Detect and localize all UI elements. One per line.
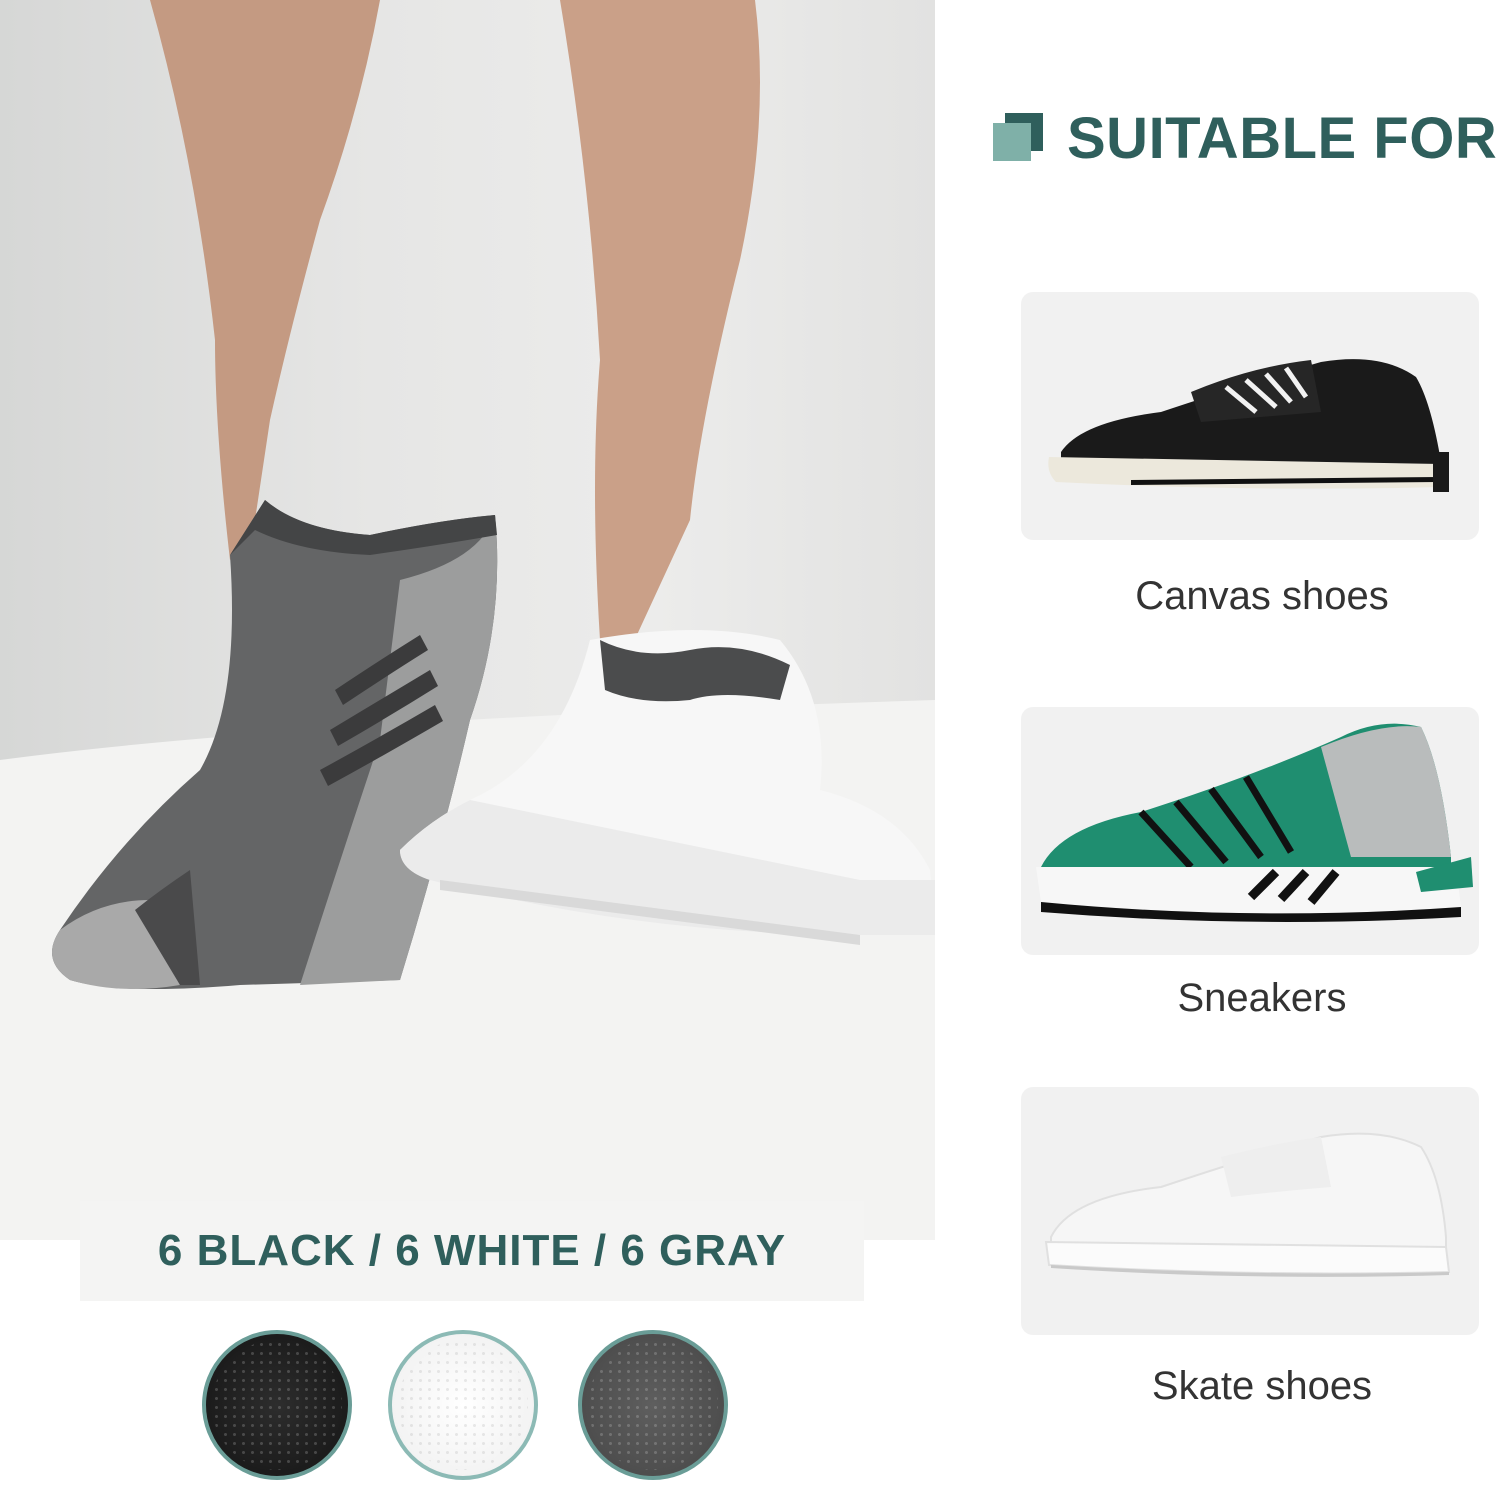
gray-swatch: [578, 1330, 728, 1480]
color-caption-bar: 6 BLACK / 6 WHITE / 6 GRAY: [80, 1201, 864, 1301]
white-swatch: [388, 1330, 538, 1480]
sock-on-foot-illustration: [0, 0, 935, 1240]
sneaker-card: [1021, 707, 1479, 955]
skate-shoe-card: [1021, 1087, 1479, 1335]
sneaker-icon: [1036, 723, 1473, 922]
suitable-heading: SUITABLE FOR: [993, 106, 1497, 171]
heading-text: SUITABLE FOR: [1067, 105, 1498, 171]
color-caption: 6 BLACK / 6 WHITE / 6 GRAY: [157, 1226, 787, 1275]
shoe-label-canvas: Canvas shoes: [1135, 574, 1389, 618]
shoe-label-sneakers: Sneakers: [1177, 976, 1347, 1020]
skate-shoe-icon: [1044, 1132, 1451, 1277]
shoe-label-skate: Skate shoes: [1151, 1364, 1373, 1408]
canvas-shoe-icon: [1048, 359, 1449, 492]
canvas-shoe-card: [1021, 292, 1479, 540]
product-photo: [0, 0, 935, 1240]
black-swatch: [202, 1330, 352, 1480]
square-bullet-icon: [993, 113, 1043, 163]
